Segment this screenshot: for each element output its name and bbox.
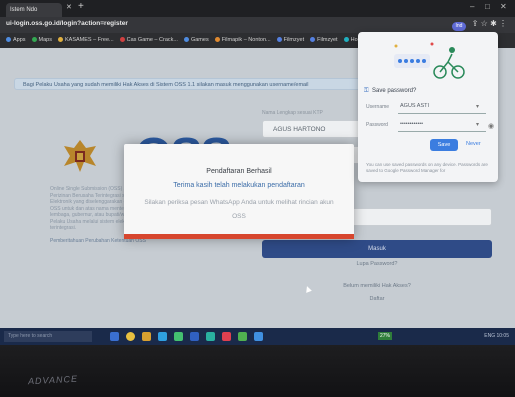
bookmark-label: Filmzyet [317,37,338,43]
task-view-icon[interactable] [110,332,119,341]
bookmark-favicon-icon [310,37,316,43]
bookmark-item[interactable]: Maps [31,33,52,48]
bookmark-favicon-icon [276,37,282,43]
app-icon[interactable] [254,332,263,341]
bookmark-item[interactable]: Apps [6,33,26,48]
login-button[interactable]: Masuk [262,240,492,258]
password-illustration-icon [394,42,465,79]
bookmark-label: Filmzyet [283,37,305,43]
store-icon[interactable] [174,332,183,341]
edge-icon[interactable] [158,332,167,341]
username-label: Username [366,104,390,110]
bookmark-item[interactable]: Games [183,33,209,48]
profile-avatar[interactable]: Ind [452,22,466,31]
username-underline [398,113,486,114]
save-password-popup: ⚿ Save password? Username AGUS ASTI ▾ Pa… [358,32,498,182]
bookmark-label: Maps [38,37,52,43]
file-explorer-icon[interactable] [142,332,151,341]
dialog-subtitle: Terima kasih telah melakukan pendaftaran [173,182,305,189]
bookmark-favicon-icon [6,37,11,43]
bookmark-favicon-icon [343,37,349,43]
bookmark-label: Filmapik – Nonton... [221,37,271,43]
taskbar-search[interactable]: Type here to search [4,331,92,342]
toolbar-icons[interactable]: ⇪ ☆ ✱ ⋮ [472,19,507,28]
bookmark-label: Games [190,37,209,43]
minimize-icon[interactable]: – [470,2,474,11]
url-text[interactable]: ui-login.oss.go.id/login?action=register [6,20,128,27]
monitor-brand-label: ADVANCE [27,373,79,387]
browser-tab[interactable]: Istem Ndo [6,3,62,17]
never-save-button[interactable]: Never [466,141,481,147]
register-question: Belum memiliki Hak Akses? [343,283,411,289]
close-window-icon[interactable]: ✕ [500,2,507,11]
bookmark-favicon-icon [31,37,37,43]
key-icon: ⚿ [364,88,369,94]
chevron-down-icon[interactable]: ▾ [476,103,479,110]
bookmark-item[interactable]: Filmapik – Nonton... [214,33,271,48]
bookmark-label: Cas Game – Crack... [126,37,178,43]
bookmark-item[interactable]: Cas Game – Crack... [119,33,178,48]
bookmark-favicon-icon [58,37,63,43]
info-banner: Bagi Pelaku Usaha yang sudah memiliki Ha… [14,78,364,90]
forgot-password-link[interactable]: Lupa Password? [262,261,492,267]
windows-taskbar: Type here to search 27% ENG 10:05 [0,328,515,345]
save-password-button[interactable]: Save [430,139,458,151]
app-icon[interactable] [206,332,215,341]
battery-badge: 27% [378,332,392,340]
bookmark-item[interactable]: Filmzyet [276,33,305,48]
password-manager-note: You can use saved passwords on any devic… [366,162,488,173]
eye-icon[interactable]: ◉ [488,122,494,130]
dialog-body: Silakan periksa pesan WhatsApp Anda untu… [144,199,334,220]
dialog-accent-bar [124,234,354,239]
bookmark-favicon-icon [214,37,220,43]
bookmark-item[interactable]: Filmzyet [310,33,338,48]
save-password-title: Save password? [372,88,417,94]
password-underline [398,131,486,132]
bookmark-favicon-icon [119,37,125,43]
garuda-emblem-icon [64,140,96,172]
monitor-bezel: ADVANCE [0,345,515,397]
bookmark-label: Apps [13,37,26,43]
browser-tabstrip: Istem Ndo ✕ + – □ ✕ [0,0,515,17]
app-icon[interactable] [222,332,231,341]
name-field-label: Nama Lengkap sesuai KTP [262,110,323,116]
app-icon[interactable] [238,332,247,341]
bookmark-label: KASAMES – Free... [65,37,114,43]
chevron-down-icon[interactable]: ▾ [476,121,479,128]
password-value[interactable]: •••••••••••• [400,121,423,127]
maximize-icon[interactable]: □ [485,2,490,11]
success-dialog: Pendaftaran Berhasil Terima kasih telah … [124,144,354,239]
bookmark-favicon-icon [183,37,189,43]
register-link[interactable]: Daftar [262,296,492,302]
password-label: Password [366,122,388,128]
chrome-icon[interactable] [126,332,135,341]
dialog-title: Pendaftaran Berhasil [206,168,272,175]
system-tray[interactable]: ENG 10:05 [484,333,509,339]
bookmark-item[interactable]: KASAMES – Free... [58,33,114,48]
new-tab-icon[interactable]: + [78,1,84,12]
word-icon[interactable] [190,332,199,341]
username-value[interactable]: AGUS ASTI [400,103,429,109]
close-tab-icon[interactable]: ✕ [66,3,72,11]
address-bar[interactable]: ui-login.oss.go.id/login?action=register… [0,17,515,33]
monitor-screen: Istem Ndo ✕ + – □ ✕ ui-login.oss.go.id/l… [0,0,515,345]
